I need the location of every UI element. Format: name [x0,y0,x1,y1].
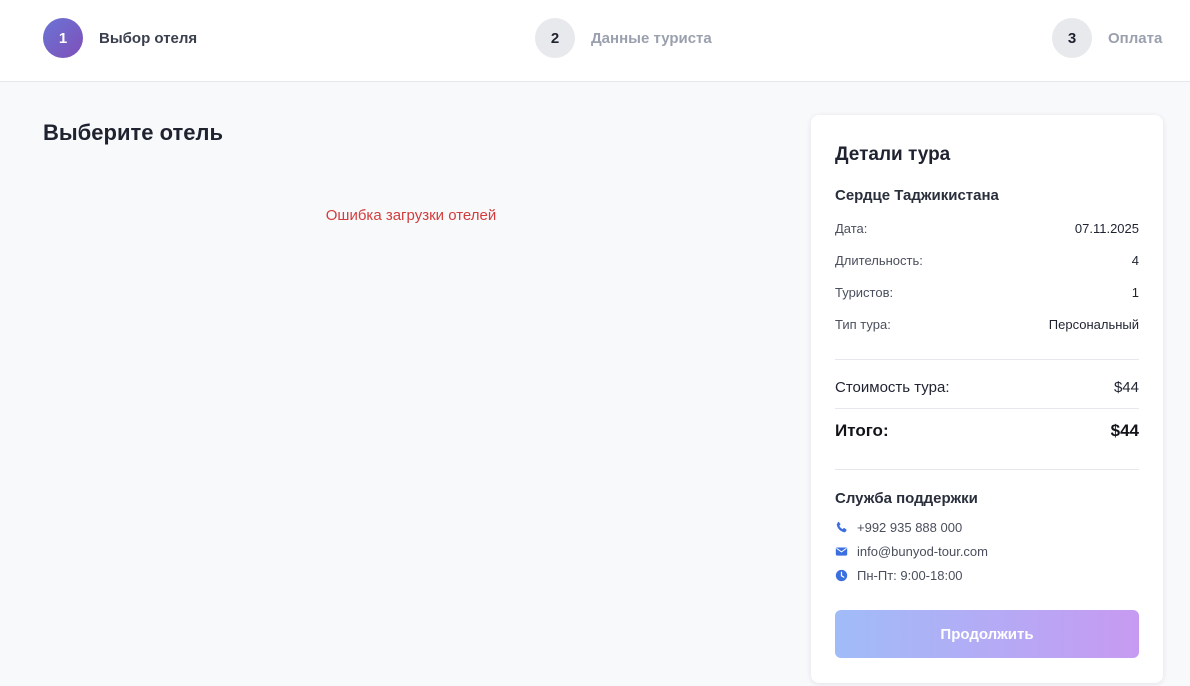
detail-row-tour-type: Тип тура: Персональный [835,317,1139,332]
total-value: $44 [1110,421,1139,440]
detail-value: 1 [1131,285,1139,300]
contact-email[interactable]: info@bunyod-tour.com [835,544,988,559]
detail-label: Туристов: [835,285,894,300]
cost-label: Стоимость тура: [835,379,950,396]
phone-icon [836,521,847,533]
detail-value: 07.11.2025 [1074,221,1139,236]
divider [835,408,1139,409]
step-number: 2 [535,18,575,58]
detail-row-duration: Длительность: 4 [835,253,1139,268]
detail-value: 4 [1131,253,1139,268]
step-number: 1 [43,18,83,58]
step-hotel-selection[interactable]: 1 Выбор отеля [43,18,197,58]
detail-row-date: Дата: 07.11.2025 [835,221,1139,236]
hours-text: Пн-Пт: 9:00-18:00 [857,568,963,583]
page-title: Выберите отель [43,120,223,145]
stepper: 1 Выбор отеля 2 Данные туриста 3 Оплата [0,0,1190,82]
cost-row: Стоимость тура: $44 [835,379,1139,396]
phone-text: +992 935 888 000 [857,520,963,535]
divider [835,469,1139,470]
envelope-icon [835,547,848,556]
tour-details-card: Детали тура Сердце Таджикистана Дата: 07… [811,115,1163,683]
tour-name: Сердце Таджикистана [835,187,999,204]
contact-hours: Пн-Пт: 9:00-18:00 [835,568,963,583]
card-title: Детали тура [835,144,951,165]
step-payment[interactable]: 3 Оплата [1052,18,1162,58]
total-row: Итого: $44 [835,421,1139,441]
total-label: Итого: [835,421,889,440]
detail-row-tourists: Туристов: 1 [835,285,1139,300]
step-label: Данные туриста [591,29,712,47]
step-label: Выбор отеля [99,29,198,47]
step-tourist-data[interactable]: 2 Данные туриста [535,18,712,58]
support-title: Служба поддержки [835,490,978,507]
divider [835,359,1139,360]
contact-phone[interactable]: +992 935 888 000 [835,520,962,535]
clock-icon [835,569,848,582]
error-message: Ошибка загрузки отелей [325,207,497,224]
step-label: Оплата [1108,29,1163,47]
step-number: 3 [1052,18,1092,58]
cost-value: $44 [1113,379,1139,396]
detail-label: Тип тура: [835,317,891,332]
detail-label: Длительность: [835,253,923,268]
email-text: info@bunyod-tour.com [857,544,988,559]
continue-button[interactable]: Продолжить [835,610,1139,658]
detail-label: Дата: [835,221,868,236]
detail-value: Персональный [1048,317,1139,332]
